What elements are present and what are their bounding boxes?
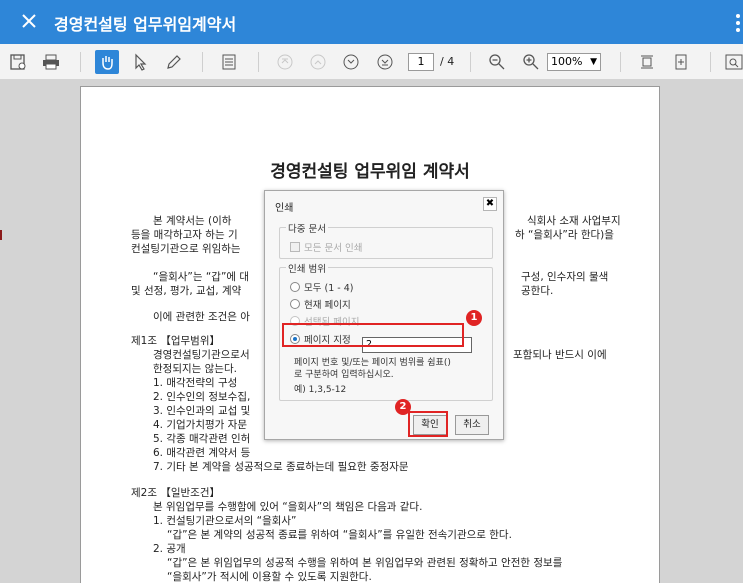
doc-line: 제2조 【일반조건】 <box>131 487 220 499</box>
title-bar: 경영컨설팅 업무위임계약서 <box>0 0 743 44</box>
close-icon[interactable]: ✖ <box>483 197 497 211</box>
callout-badge: 2 <box>395 399 411 415</box>
hand-tool-icon[interactable] <box>95 50 119 74</box>
radio-label: 모두 (1 - 4) <box>304 283 354 294</box>
cancel-button[interactable]: 취소 <box>455 415 489 435</box>
thumbnail-icon[interactable] <box>217 50 241 74</box>
hint-example: 예) 1,3,5-12 <box>294 385 347 395</box>
doc-line: 구성, 인수자의 물색 <box>521 271 609 283</box>
next-page-icon[interactable] <box>339 50 363 74</box>
radio-icon <box>290 299 300 309</box>
zoom-out-icon[interactable] <box>485 50 509 74</box>
zoom-in-icon[interactable] <box>519 50 543 74</box>
radio-current-page[interactable]: 현재 페이지 <box>290 297 351 311</box>
group-label: 인쇄 범위 <box>286 261 328 275</box>
toolbar-divider <box>258 52 259 72</box>
page-number-input[interactable]: 1 <box>408 53 434 71</box>
doc-line: 2. 공개 <box>153 543 186 555</box>
doc-line: 제1조 【업무범위】 <box>131 335 220 347</box>
dialog-title: 인쇄 <box>275 203 294 214</box>
doc-line: 본 계약서는 (이하 <box>153 215 232 227</box>
fit-width-icon[interactable] <box>669 50 693 74</box>
doc-line: 2. 인수인의 정보수집, <box>153 391 251 403</box>
radio-icon <box>290 282 300 292</box>
radio-label: 현재 페이지 <box>304 300 351 311</box>
zoom-value: 100% <box>551 55 583 68</box>
toolbar-divider <box>202 52 203 72</box>
save-icon[interactable] <box>6 50 30 74</box>
toolbar-divider <box>470 52 471 72</box>
callout-badge: 1 <box>466 310 482 326</box>
toolbar-divider <box>710 52 711 72</box>
group-label: 다중 문서 <box>286 221 328 235</box>
last-page-icon[interactable] <box>373 50 397 74</box>
doc-line: 7. 기타 본 계약을 성공적으로 종료하는데 필요한 중정자문 <box>153 461 409 473</box>
side-marker <box>0 230 2 240</box>
window-title: 경영컨설팅 업무위임계약서 <box>54 15 237 34</box>
zoom-select[interactable]: 100% ▼ <box>547 53 601 71</box>
chevron-down-icon: ▼ <box>590 57 597 67</box>
document-title: 경영컨설팅 업무위임 계약서 <box>270 162 470 182</box>
first-page-icon <box>273 50 297 74</box>
doc-line: 컨설팅기관으로 위임하는 <box>131 243 241 255</box>
checkbox-icon <box>290 242 300 252</box>
doc-line: 1. 컨설팅기관으로서의 “을회사” <box>153 515 297 527</box>
doc-line: 경영컨설팅기관으로서 <box>153 349 250 361</box>
doc-line: 공한다. <box>521 285 554 297</box>
doc-line: 및 선정, 평가, 교섭, 계약 <box>131 285 242 297</box>
toolbar-divider <box>80 52 81 72</box>
print-icon[interactable] <box>39 50 63 74</box>
search-icon[interactable] <box>722 50 743 74</box>
radio-all-pages[interactable]: 모두 (1 - 4) <box>290 280 353 294</box>
doc-line: 이에 관련한 조건은 아 <box>153 311 250 323</box>
doc-line: 4. 기업가치평가 자문 <box>153 419 247 431</box>
doc-line: “을회사”가 적시에 이용할 수 있도록 지원한다. <box>167 571 372 583</box>
toolbar-divider <box>620 52 621 72</box>
hint-text: 로 구분하여 입력하십시오. <box>294 370 394 380</box>
doc-line: “갑”은 본 위임업무의 성공적 수행을 위하여 본 위임업무와 관련된 정확하… <box>167 557 563 569</box>
doc-line: 식회사 소재 사업부지 <box>527 215 621 227</box>
previous-page-icon <box>306 50 330 74</box>
print-all-documents-checkbox[interactable]: 모든 문서 인쇄 <box>290 240 362 254</box>
doc-line: “갑”은 본 계약의 성공적 종료를 위하여 “을회사”를 유일한 전속기관으로… <box>167 529 512 541</box>
doc-line: 한정되지는 않는다. <box>153 363 237 375</box>
highlight-page-range <box>282 323 464 347</box>
multi-document-group: 다중 문서 모든 문서 인쇄 <box>279 221 493 259</box>
doc-line: 본 위임업무를 수행함에 있어 “을회사”의 책임은 다음과 같다. <box>153 501 423 513</box>
doc-line: 하 “을회사”라 한다)을 <box>515 229 614 241</box>
close-icon[interactable] <box>16 8 42 34</box>
doc-line: “을회사”는 “갑”에 대 <box>153 271 250 283</box>
select-tool-icon[interactable] <box>129 50 153 74</box>
doc-line: 1. 매각전략의 구성 <box>153 377 238 389</box>
doc-line: 3. 인수인과의 교섭 및 <box>153 405 251 417</box>
doc-line: 등을 매각하고자 하는 기 <box>131 229 238 241</box>
more-menu-icon[interactable] <box>736 14 743 32</box>
checkbox-label: 모든 문서 인쇄 <box>304 243 363 254</box>
pen-icon[interactable] <box>162 50 186 74</box>
doc-line: 포함되나 반드시 이에 <box>513 349 607 361</box>
doc-line: 5. 각종 매각관련 인허 <box>153 433 251 445</box>
doc-line: 6. 매각관련 계약서 등 <box>153 447 251 459</box>
fit-page-icon[interactable] <box>635 50 659 74</box>
highlight-ok-button <box>408 411 448 437</box>
page-total: / 4 <box>440 55 455 68</box>
toolbar: 1 / 4 100% ▼ <box>0 44 743 80</box>
